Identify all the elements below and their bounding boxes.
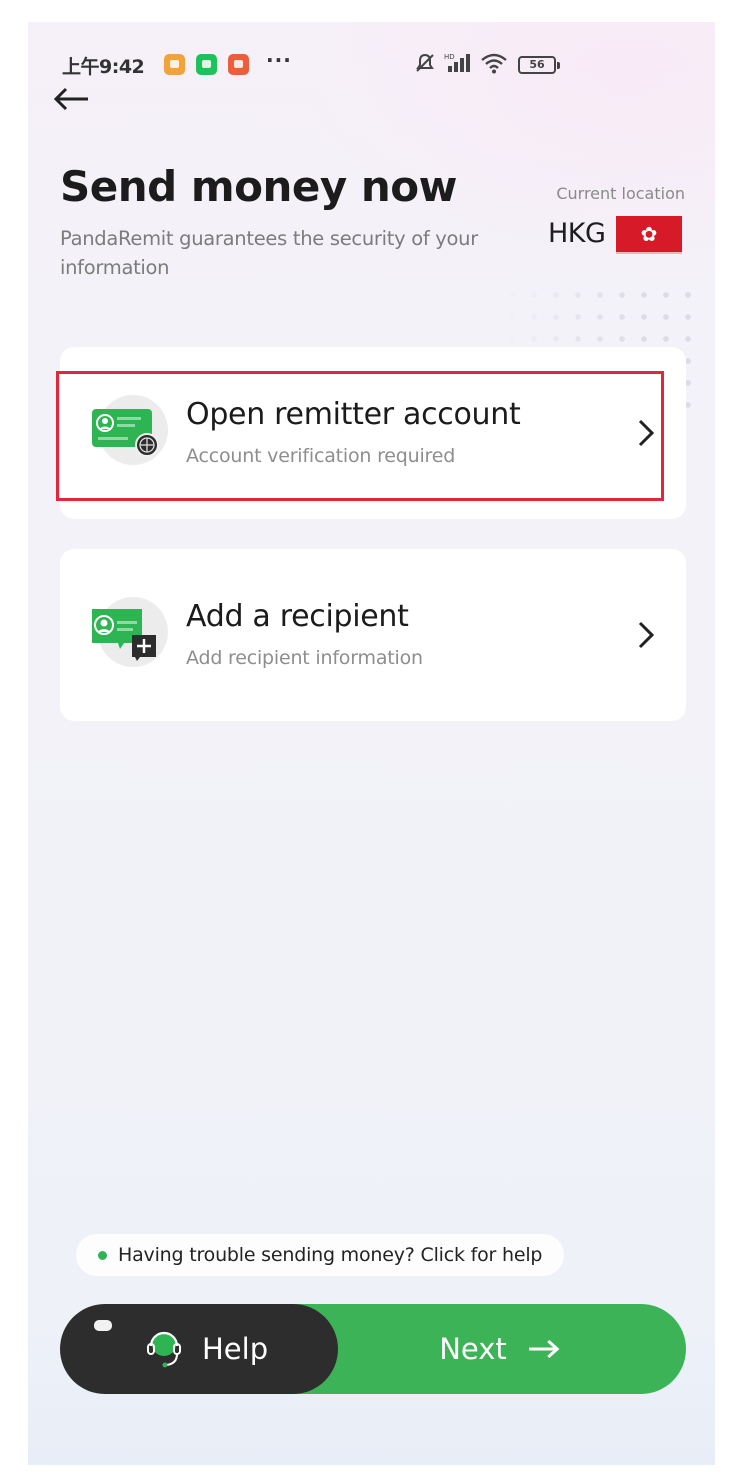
wifi-icon: [480, 52, 508, 79]
help-tip-link[interactable]: Having trouble sending money? Click for …: [76, 1234, 565, 1276]
floating-indicator: [94, 1320, 112, 1331]
location-code[interactable]: HKG: [548, 218, 606, 249]
card-subtitle: Add recipient information: [186, 647, 423, 669]
chevron-right-icon: [638, 621, 655, 649]
card-subtitle: Account verification required: [186, 445, 456, 467]
battery-icon: 56: [518, 56, 560, 74]
wechat-icon: [196, 54, 217, 75]
bauhinia-glyph: ✿: [640, 222, 658, 246]
add-recipient-card[interactable]: Add a recipient Add recipient informatio…: [60, 549, 686, 721]
arrow-right-icon: [528, 1339, 560, 1359]
open-remitter-account-card[interactable]: Open remitter account Account verificati…: [56, 347, 686, 519]
more-notifications-icon: ···: [266, 48, 292, 72]
card-title: Add a recipient: [186, 599, 409, 634]
hong-kong-flag-icon[interactable]: ✿: [616, 216, 682, 254]
app-notification-orange-icon: [164, 54, 185, 75]
action-bar: Next Help: [60, 1304, 686, 1394]
id-card-add-icon: [90, 597, 168, 673]
status-bar: 上午9:42 ··· HD 56: [28, 22, 715, 82]
help-label: Help: [202, 1332, 269, 1366]
headset-icon: [147, 1331, 181, 1368]
phone-screen: 上午9:42 ··· HD 56 Send money now PandaRem…: [28, 22, 715, 1465]
svg-text:HD: HD: [444, 53, 455, 61]
green-dot-icon: [98, 1250, 107, 1260]
page-subtitle: PandaRemit guarantees the security of yo…: [60, 227, 478, 279]
mute-icon: [414, 52, 436, 79]
chevron-right-icon: [638, 419, 655, 447]
card-title: Open remitter account: [186, 397, 521, 432]
mi-app-icon: [228, 54, 249, 75]
next-label: Next: [439, 1332, 507, 1366]
arrow-left-icon: [53, 87, 88, 111]
current-location-label: Current location: [556, 184, 685, 203]
help-button[interactable]: Help: [60, 1304, 338, 1394]
page-title: Send money now: [60, 162, 457, 211]
signal-icon: HD: [444, 52, 472, 79]
help-tip-text: Having trouble sending money? Click for …: [118, 1244, 543, 1266]
status-time: 上午9:42: [62, 56, 145, 78]
id-card-globe-icon: [90, 395, 168, 471]
back-button[interactable]: [52, 84, 96, 120]
